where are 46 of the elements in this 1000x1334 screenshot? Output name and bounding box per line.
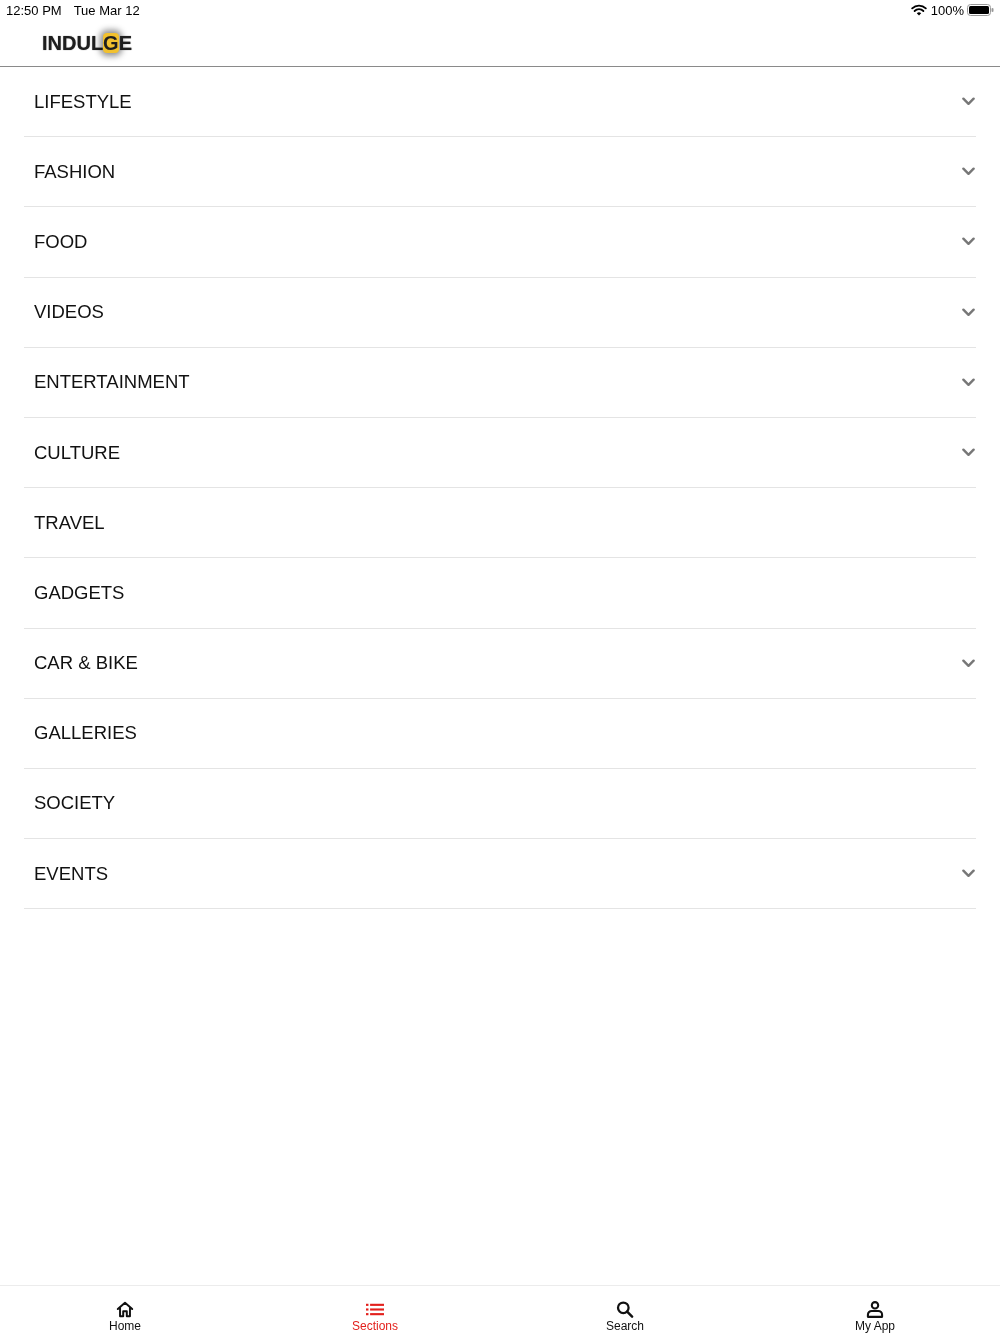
wifi-icon <box>910 4 927 16</box>
person-icon <box>866 1301 884 1318</box>
section-item[interactable]: FOOD <box>24 207 976 278</box>
chevron-down-icon[interactable] <box>962 237 975 247</box>
section-item[interactable]: TRAVEL <box>24 488 976 559</box>
chevron-down-icon[interactable] <box>962 869 975 879</box>
tab-button[interactable]: Search <box>500 1286 750 1334</box>
home-icon <box>116 1301 134 1318</box>
status-time: 12:50 PM <box>6 2 62 18</box>
tab-button[interactable]: Home <box>0 1286 250 1334</box>
chevron-down-icon[interactable] <box>962 307 975 317</box>
search-icon <box>616 1301 634 1318</box>
chevron-down-icon[interactable] <box>962 167 975 177</box>
section-item[interactable]: GALLERIES <box>24 698 976 769</box>
section-item[interactable]: FASHION <box>24 137 976 208</box>
section-label: GALLERIES <box>34 722 137 745</box>
section-item[interactable]: SOCIETY <box>24 768 976 840</box>
chevron-down-icon[interactable] <box>962 448 975 458</box>
section-label: EVENTS <box>34 862 109 885</box>
section-label: ENTERTAINMENT <box>34 371 190 394</box>
chevron-down-icon[interactable] <box>962 377 975 387</box>
tab-button[interactable]: Sections <box>250 1286 500 1334</box>
status-date: Tue Mar 12 <box>73 2 140 18</box>
list-icon <box>366 1301 384 1318</box>
tab-button[interactable]: My App <box>750 1286 1000 1334</box>
section-item[interactable]: EVENTS <box>24 839 976 910</box>
section-label: SOCIETY <box>34 792 116 815</box>
section-label: FASHION <box>34 160 116 183</box>
section-item[interactable]: GADGETS <box>24 558 976 629</box>
section-item[interactable]: CULTURE <box>24 417 976 489</box>
section-label: TRAVEL <box>34 511 105 534</box>
section-label: LIFESTYLE <box>34 90 132 113</box>
battery-icon <box>967 4 994 16</box>
section-label: VIDEOS <box>34 301 104 324</box>
section-item[interactable]: LIFESTYLE <box>24 67 976 138</box>
brand-logo: INDULGE <box>42 31 132 55</box>
section-label: GADGETS <box>34 581 125 604</box>
section-label: FOOD <box>34 230 88 253</box>
chevron-down-icon[interactable] <box>962 97 975 107</box>
section-item[interactable]: VIDEOS <box>24 277 976 348</box>
battery-percent: 100% <box>930 2 964 18</box>
section-item[interactable]: CAR & BIKE <box>24 628 976 699</box>
section-item[interactable]: ENTERTAINMENT <box>24 347 976 418</box>
chevron-down-icon[interactable] <box>962 658 975 668</box>
section-label: CAR & BIKE <box>34 652 138 675</box>
section-label: CULTURE <box>34 441 120 464</box>
